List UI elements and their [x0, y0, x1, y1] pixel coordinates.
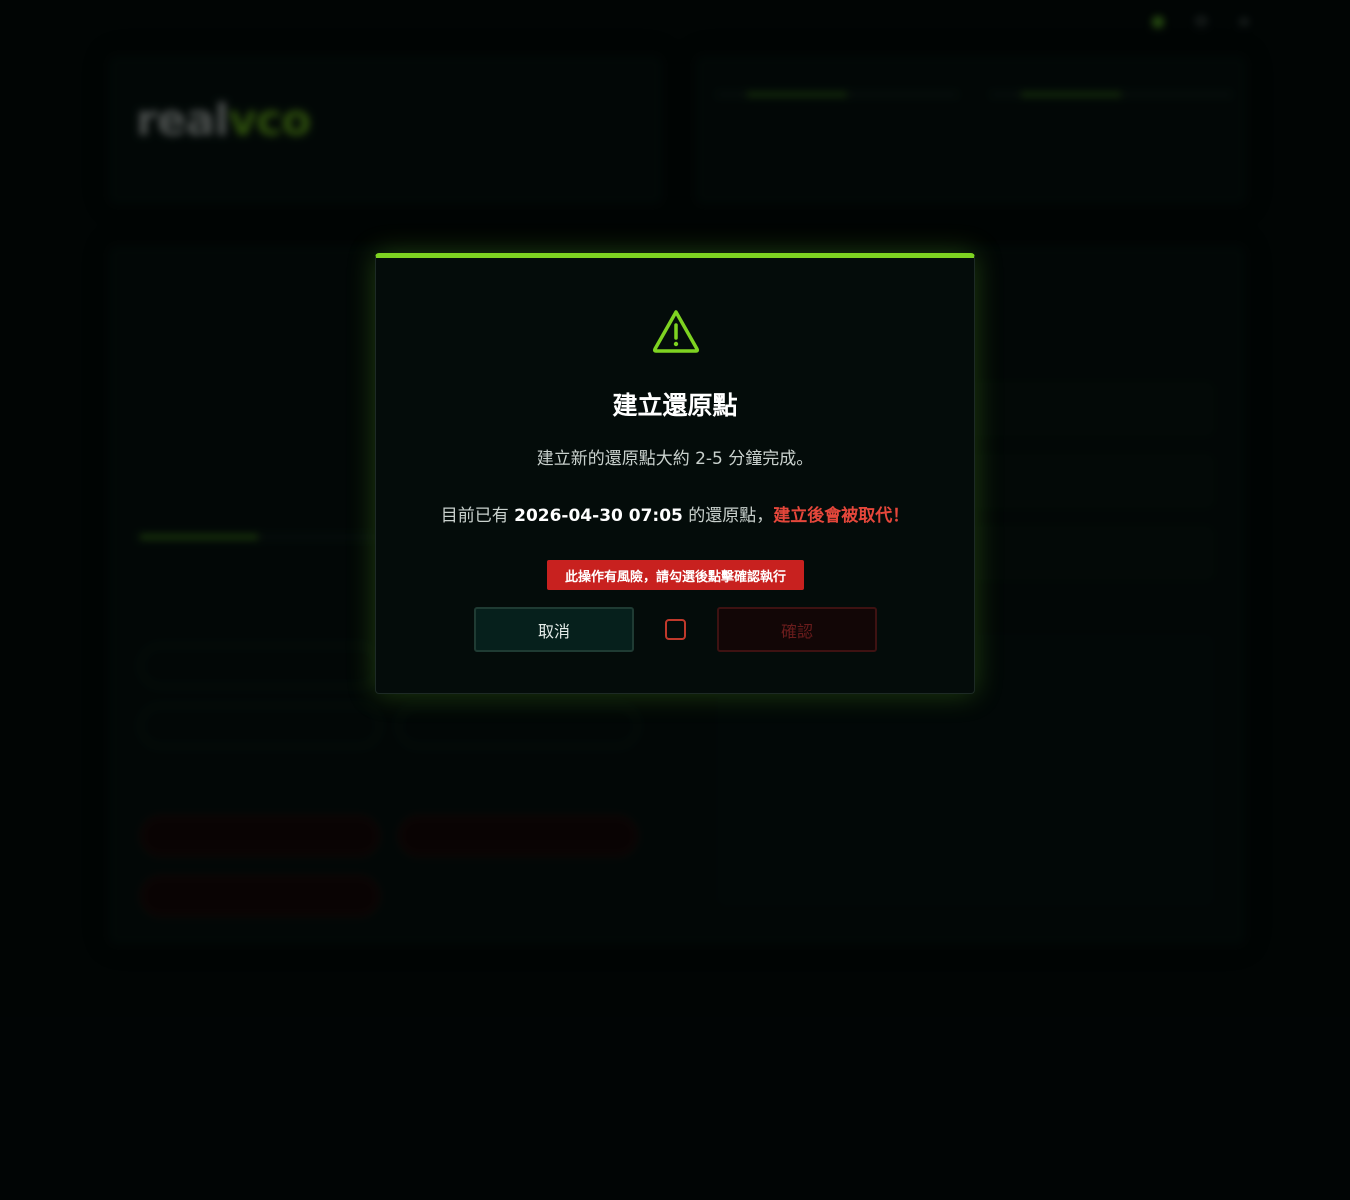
- current-restore-time: 2026-04-30 07:05: [514, 506, 683, 526]
- current-suffix: 的還原點，: [682, 506, 774, 526]
- current-prefix: 目前已有: [440, 506, 515, 526]
- dialog-description: 建立新的還原點大約 2-5 分鐘完成。: [536, 449, 814, 469]
- current-restore-point-info: 目前已有 2026-04-30 07:05 的還原點，建立後會被取代！: [376, 501, 974, 526]
- cancel-button[interactable]: 取消: [474, 607, 634, 652]
- replace-warning: 建立後會被取代！: [773, 506, 910, 526]
- confirm-button[interactable]: 確認: [717, 607, 877, 652]
- create-restore-point-dialog: 建立還原點 建立新的還原點大約 2-5 分鐘完成。 目前已有 2026-04-3…: [375, 253, 975, 694]
- risk-acknowledge-checkbox[interactable]: [665, 619, 686, 640]
- risk-notice-badge: 此操作有風險，請勾選後點擊確認執行: [547, 560, 804, 590]
- warning-triangle-icon: [652, 310, 700, 353]
- dialog-title: 建立還原點: [612, 391, 738, 420]
